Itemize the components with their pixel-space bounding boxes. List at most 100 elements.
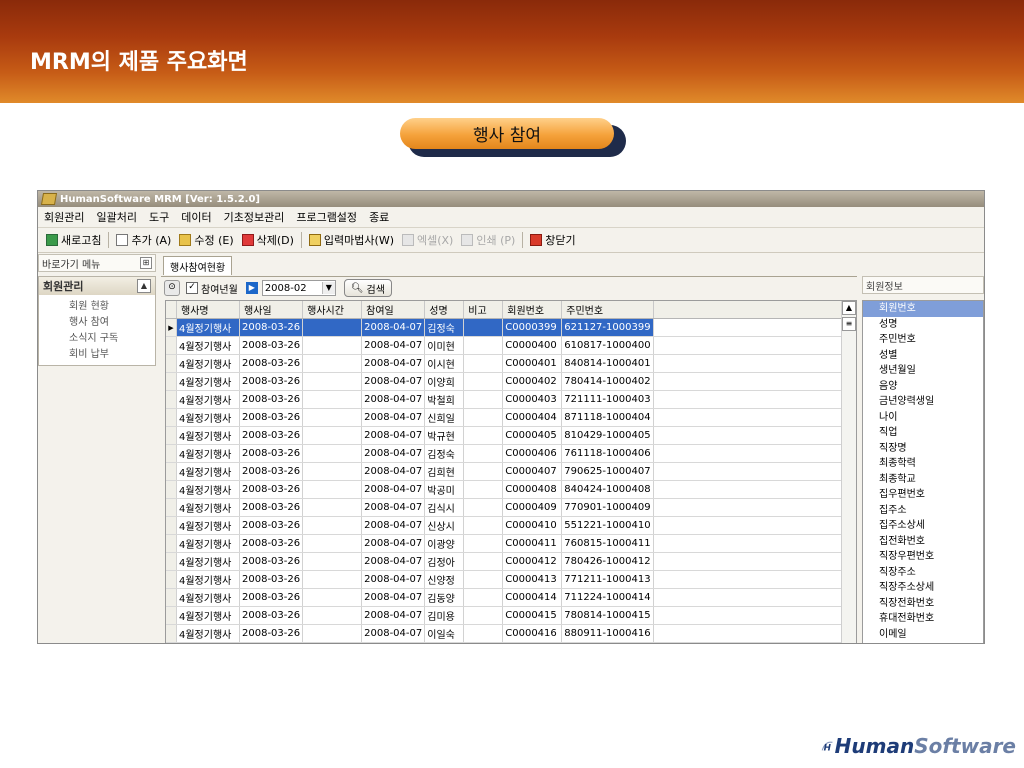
member-field-item[interactable]: 주민번호 <box>863 332 983 348</box>
table-cell[interactable]: C0000401 <box>502 354 563 373</box>
table-cell[interactable]: 621127-1000399 <box>561 318 654 337</box>
chevron-down-icon[interactable]: ▼ <box>321 282 335 294</box>
table-cell[interactable]: 2008-03-26 <box>239 444 304 463</box>
table-cell[interactable]: 4월정기행사 <box>176 372 240 391</box>
table-cell[interactable]: 4월정기행사 <box>176 516 240 535</box>
table-cell[interactable] <box>463 480 504 499</box>
row-selector[interactable] <box>166 552 177 571</box>
table-row[interactable]: 4월정기행사 2008-03-26 2008-04-07 박공미 C0000408 840… <box>166 480 850 499</box>
table-cell[interactable] <box>302 588 363 607</box>
table-cell[interactable]: 이일숙 <box>424 624 465 643</box>
table-cell[interactable]: 721111-1000403 <box>561 390 654 409</box>
row-selector[interactable] <box>166 408 177 427</box>
add-button[interactable]: 추가 (A) <box>112 232 175 248</box>
table-row[interactable]: 4월정기행사 2008-03-26 2008-04-07 이양희 C0000402 780… <box>166 372 850 391</box>
table-cell[interactable]: 840814-1000401 <box>561 354 654 373</box>
table-cell[interactable]: 4월정기행사 <box>176 552 240 571</box>
table-cell[interactable]: 2008-04-07 <box>361 480 426 499</box>
table-cell[interactable]: 2008-03-26 <box>239 408 304 427</box>
table-cell[interactable]: 760815-1000411 <box>561 534 654 553</box>
refresh-button[interactable]: 새로고침 <box>42 232 105 248</box>
table-cell[interactable]: 2008-04-07 <box>361 624 426 643</box>
member-field-item[interactable]: 직장우편번호 <box>863 549 983 565</box>
table-cell[interactable] <box>302 624 363 643</box>
table-row[interactable]: 4월정기행사 2008-03-26 2008-04-07 이일숙 C0000416 880… <box>166 624 850 643</box>
table-cell[interactable]: 4월정기행사 <box>176 354 240 373</box>
table-cell[interactable]: 780426-1000412 <box>561 552 654 571</box>
table-cell[interactable]: 박공미 <box>424 480 465 499</box>
table-cell[interactable]: 4월정기행사 <box>176 336 240 355</box>
column-header[interactable]: 성명 <box>424 301 465 319</box>
table-cell[interactable] <box>302 552 363 571</box>
table-cell[interactable]: 4월정기행사 <box>176 390 240 409</box>
table-row[interactable]: 4월정기행사 2008-03-26 2008-04-07 이시현 C0000401 840… <box>166 354 850 373</box>
member-field-item[interactable]: 집우편번호 <box>863 487 983 503</box>
table-cell[interactable]: 770901-1000409 <box>561 498 654 517</box>
table-cell[interactable] <box>302 318 363 337</box>
table-cell[interactable]: 2008-03-26 <box>239 606 304 625</box>
table-cell[interactable] <box>302 372 363 391</box>
menu-exit[interactable]: 종료 <box>363 209 395 225</box>
table-cell[interactable]: C0000399 <box>502 318 563 337</box>
scroll-up-icon[interactable]: ▲ <box>842 301 856 315</box>
row-selector[interactable] <box>166 390 177 409</box>
row-selector[interactable] <box>166 498 177 517</box>
table-cell[interactable]: C0000404 <box>502 408 563 427</box>
table-cell[interactable]: C0000412 <box>502 552 563 571</box>
column-header[interactable]: 비고 <box>463 301 504 319</box>
table-cell[interactable] <box>302 354 363 373</box>
table-cell[interactable]: 790625-1000407 <box>561 462 654 481</box>
table-cell[interactable]: 4월정기행사 <box>176 624 240 643</box>
tab-event-participation[interactable]: 행사참여현황 <box>163 256 233 275</box>
table-cell[interactable]: 2008-04-07 <box>361 570 426 589</box>
table-cell[interactable] <box>302 462 363 481</box>
collapse-icon[interactable]: ▲ <box>137 279 151 293</box>
table-cell[interactable] <box>302 408 363 427</box>
row-selector[interactable] <box>166 534 177 553</box>
table-cell[interactable]: 2008-04-07 <box>361 354 426 373</box>
table-cell[interactable]: 871118-1000404 <box>561 408 654 427</box>
table-cell[interactable]: 761118-1000406 <box>561 444 654 463</box>
row-selector[interactable] <box>166 354 177 373</box>
member-field-item[interactable]: 최종학력 <box>863 456 983 472</box>
member-field-item[interactable]: 성명 <box>863 317 983 333</box>
table-cell[interactable]: 김식시 <box>424 498 465 517</box>
member-field-item[interactable]: 직장주소상세 <box>863 580 983 596</box>
table-cell[interactable] <box>302 444 363 463</box>
table-cell[interactable]: 2008-04-07 <box>361 534 426 553</box>
member-field-item[interactable]: 회원번호 <box>863 301 983 317</box>
member-group-header[interactable]: 회원관리 ▲ <box>39 277 155 295</box>
member-field-item[interactable]: 나이 <box>863 410 983 426</box>
member-field-item[interactable]: 최종학교 <box>863 472 983 488</box>
table-row[interactable]: 4월정기행사 2008-03-26 2008-04-07 신희일 C0000404 871… <box>166 408 850 427</box>
table-cell[interactable]: 김정아 <box>424 552 465 571</box>
table-cell[interactable]: 2008-04-07 <box>361 390 426 409</box>
table-row[interactable]: 4월정기행사 2008-03-26 2008-04-07 김정숙 C0000406 761… <box>166 444 850 463</box>
table-cell[interactable] <box>463 534 504 553</box>
table-cell[interactable]: C0000409 <box>502 498 563 517</box>
table-cell[interactable] <box>463 318 504 337</box>
row-selector[interactable] <box>166 588 177 607</box>
table-cell[interactable]: C0000410 <box>502 516 563 535</box>
table-cell[interactable]: C0000400 <box>502 336 563 355</box>
table-cell[interactable]: 4월정기행사 <box>176 498 240 517</box>
menu-basic-info[interactable]: 기초정보관리 <box>218 209 291 225</box>
row-selector[interactable] <box>166 444 177 463</box>
table-cell[interactable]: 4월정기행사 <box>176 570 240 589</box>
table-cell[interactable]: C0000414 <box>502 588 563 607</box>
member-field-item[interactable]: 음양 <box>863 379 983 395</box>
table-cell[interactable]: 김희현 <box>424 462 465 481</box>
row-selector[interactable] <box>166 426 177 445</box>
menu-tools[interactable]: 도구 <box>143 209 175 225</box>
table-cell[interactable] <box>463 390 504 409</box>
table-cell[interactable]: 이광양 <box>424 534 465 553</box>
print-button[interactable]: 인쇄 (P) <box>457 232 519 248</box>
table-row[interactable]: 4월정기행사 2008-03-26 2008-04-07 이광양 C0000411 760… <box>166 534 850 553</box>
search-button[interactable]: 🔍︎ 검색 <box>343 279 392 297</box>
table-cell[interactable]: C0000411 <box>502 534 563 553</box>
table-cell[interactable]: 김정숙 <box>424 444 465 463</box>
table-cell[interactable] <box>463 336 504 355</box>
table-cell[interactable]: C0000416 <box>502 624 563 643</box>
table-cell[interactable]: 4월정기행사 <box>176 444 240 463</box>
menu-settings[interactable]: 프로그램설정 <box>290 209 363 225</box>
